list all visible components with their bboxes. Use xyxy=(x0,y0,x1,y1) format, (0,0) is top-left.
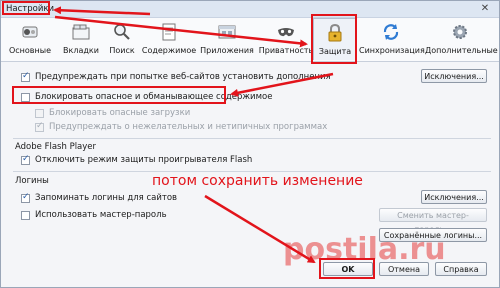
arrow-to-ok xyxy=(204,194,316,264)
arrow-to-block-option xyxy=(230,72,334,97)
annotation-arrows xyxy=(53,6,334,264)
arrow-to-security-tab xyxy=(54,15,308,48)
arrow-to-title xyxy=(53,6,151,16)
